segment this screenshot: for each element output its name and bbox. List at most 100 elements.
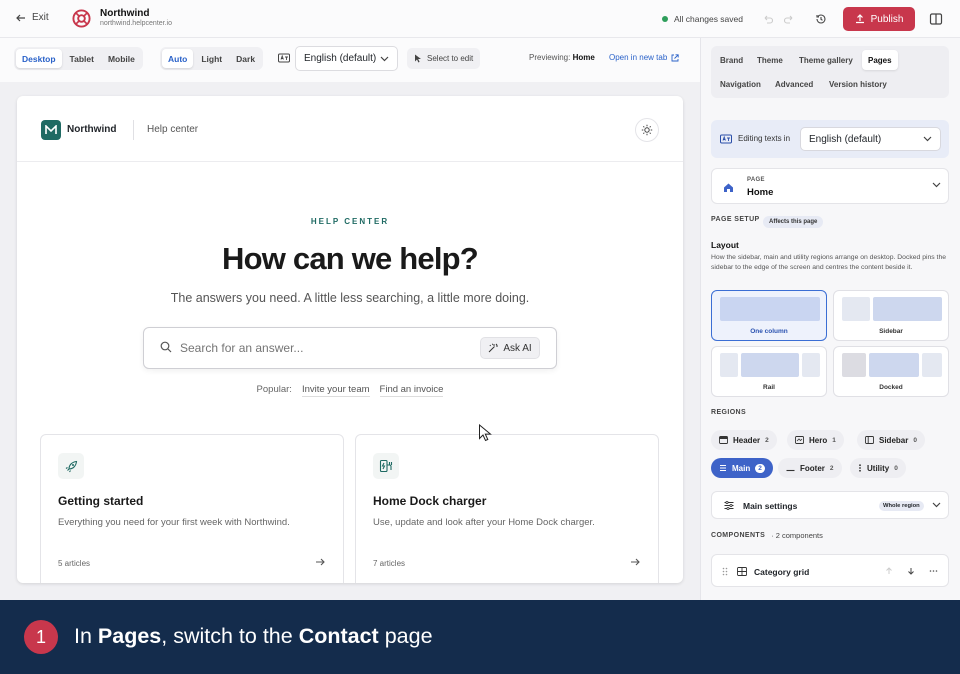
save-status: All changes saved <box>662 14 743 24</box>
components-header: COMPONENTS · 2 components <box>711 531 823 540</box>
panel-toggle-icon[interactable] <box>928 11 944 27</box>
components-count: · 2 components <box>771 531 823 540</box>
region-chip-header[interactable]: Header 2 <box>711 430 777 450</box>
layout-thumbnail <box>842 297 942 321</box>
region-count: 2 <box>765 436 769 444</box>
layout-option-label: One column <box>750 328 788 335</box>
popular-link-invoice[interactable]: Find an invoice <box>379 384 444 397</box>
component-row[interactable]: Category grid <box>711 554 949 587</box>
card-title: Getting started <box>58 494 144 508</box>
redo-button[interactable] <box>781 11 797 27</box>
magic-wand-icon <box>488 343 499 353</box>
instruction-mid: , switch to the <box>161 624 299 648</box>
editing-label: Editing texts in <box>738 134 791 143</box>
help-search-box: Ask AI <box>143 327 557 369</box>
preview-frame: Northwind Help center HELP CENTER How ca… <box>17 96 683 583</box>
mouse-cursor-icon <box>479 424 492 442</box>
layout-option-label: Docked <box>879 384 903 391</box>
color-mode-switcher: Auto Light Dark <box>160 47 264 70</box>
workspace-url: northwind.helpcenter.io <box>100 20 172 27</box>
device-switcher: Desktop Tablet Mobile <box>14 47 143 70</box>
popular-link-invite[interactable]: Invite your team <box>301 384 370 397</box>
more-icon[interactable] <box>929 567 938 575</box>
editing-language-value: English (default) <box>809 133 882 145</box>
category-card[interactable]: Home Dock charger Use, update and look a… <box>355 434 659 583</box>
header-divider <box>133 120 134 140</box>
card-description: Everything you need for your first week … <box>58 517 290 528</box>
main-settings-row[interactable]: Main settings Whole region <box>711 491 949 519</box>
device-mobile[interactable]: Mobile <box>102 49 141 68</box>
publish-button[interactable]: Publish <box>843 7 915 31</box>
footer-region-icon <box>786 469 795 472</box>
help-center-label: Help center <box>147 124 199 135</box>
arrow-down-icon[interactable] <box>907 567 915 575</box>
layout-option-label: Sidebar <box>879 328 903 335</box>
device-tablet[interactable]: Tablet <box>64 49 100 68</box>
tab-navigation[interactable]: Navigation <box>714 74 767 94</box>
region-chip-sidebar[interactable]: Sidebar 0 <box>857 430 925 450</box>
exit-label: Exit <box>32 12 49 23</box>
layout-option-docked[interactable]: Docked <box>833 346 949 397</box>
region-chip-utility[interactable]: Utility 0 <box>850 458 906 478</box>
tab-pages[interactable]: Pages <box>862 50 898 70</box>
grid-icon <box>737 567 747 576</box>
region-chip-main[interactable]: Main 2 <box>711 458 773 478</box>
region-chip-footer[interactable]: Footer 2 <box>778 458 842 478</box>
mode-dark[interactable]: Dark <box>230 49 261 68</box>
open-new-tab-link[interactable]: Open in new tab <box>609 53 679 62</box>
history-button[interactable] <box>813 11 829 27</box>
workspace-name: Northwind <box>100 8 150 19</box>
previewing-page: Home <box>572 53 595 62</box>
tab-theme-gallery[interactable]: Theme gallery <box>793 50 859 70</box>
save-status-label: All changes saved <box>674 14 743 24</box>
region-chip-hero[interactable]: Hero 1 <box>787 430 844 450</box>
instruction-pre: In <box>74 624 98 648</box>
select-to-edit-label: Select to edit <box>427 54 474 63</box>
hero-lead: The answers you need. A little less sear… <box>170 291 530 305</box>
lifebuoy-logo-icon <box>72 9 91 28</box>
page-caption: PAGE <box>747 177 765 183</box>
editing-language-select[interactable]: English (default) <box>800 127 941 151</box>
select-to-edit-button[interactable]: Select to edit <box>407 48 481 69</box>
tab-brand[interactable]: Brand <box>714 50 749 70</box>
tab-theme[interactable]: Theme <box>751 50 789 70</box>
mode-light[interactable]: Light <box>195 49 228 68</box>
page-select[interactable]: PAGE Home <box>711 168 949 204</box>
arrow-left-icon <box>16 14 25 21</box>
device-desktop[interactable]: Desktop <box>16 49 62 68</box>
exit-button[interactable]: Exit <box>16 12 49 23</box>
undo-icon <box>764 15 773 24</box>
instruction-text: In Pages, switch to the Contact page <box>74 624 433 649</box>
region-count: 2 <box>755 463 765 473</box>
charger-icon <box>373 453 399 479</box>
language-select[interactable]: English (default) <box>295 46 398 71</box>
layout-option-rail[interactable]: Rail <box>711 346 827 397</box>
layout-option-sidebar[interactable]: Sidebar <box>833 290 949 341</box>
help-center-brand[interactable]: Northwind <box>67 124 116 135</box>
utility-region-icon <box>859 464 861 472</box>
tab-advanced[interactable]: Advanced <box>769 74 819 94</box>
tab-version-history[interactable]: Version history <box>823 74 893 94</box>
hero-headline: How can we help? <box>222 241 479 276</box>
layout-thumbnail <box>842 353 942 377</box>
arrow-up-icon[interactable] <box>885 567 893 575</box>
theme-toggle-button[interactable] <box>635 118 659 142</box>
instruction-post: page <box>378 624 433 648</box>
external-link-icon <box>671 53 679 61</box>
main-region-icon <box>720 465 726 471</box>
upload-icon <box>855 14 864 24</box>
preview-toolbar: Desktop Tablet Mobile Auto Light Dark En… <box>0 38 700 82</box>
region-name: Sidebar <box>879 435 909 445</box>
layout-option-one-column[interactable]: One column <box>711 290 827 341</box>
category-card[interactable]: Getting started Everything you need for … <box>40 434 344 583</box>
region-name: Hero <box>809 435 828 445</box>
hero-kicker: HELP CENTER <box>310 217 390 226</box>
mode-auto[interactable]: Auto <box>162 49 194 68</box>
undo-button[interactable] <box>760 11 776 27</box>
help-search-input[interactable] <box>180 341 460 355</box>
rocket-icon <box>58 453 84 479</box>
drag-handle-icon[interactable] <box>722 567 728 576</box>
previewing-indicator: Previewing: Home <box>529 53 595 62</box>
ask-ai-button[interactable]: Ask AI <box>480 337 540 359</box>
settings-tabs: Brand Theme Theme gallery Pages Navigati… <box>711 46 949 98</box>
